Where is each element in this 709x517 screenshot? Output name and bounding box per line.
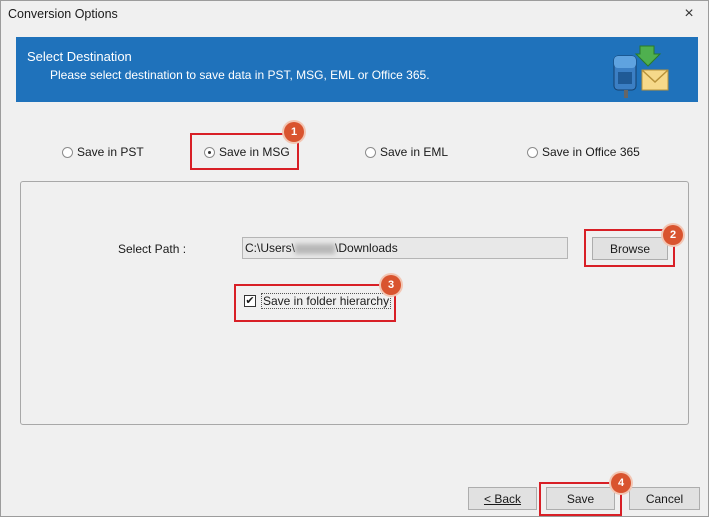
radio-button[interactable] <box>365 146 376 158</box>
radio-save-msg[interactable]: Save in MSG <box>204 144 290 160</box>
radio-save-office365[interactable]: Save in Office 365 <box>527 144 640 160</box>
annotation-badge-1: 1 <box>284 122 304 142</box>
browse-button[interactable]: Browse <box>592 237 668 260</box>
folder-hierarchy-checkbox-row[interactable]: ✔ Save in folder hierarchy <box>244 293 392 309</box>
radio-button[interactable] <box>62 146 73 158</box>
radio-label-eml: Save in EML <box>380 145 449 159</box>
close-button[interactable]: × <box>678 4 700 24</box>
cancel-button[interactable]: Cancel <box>629 487 700 510</box>
window-title: Conversion Options <box>8 7 118 21</box>
annotation-badge-2: 2 <box>663 225 683 245</box>
close-icon: × <box>684 5 694 22</box>
folder-hierarchy-label: Save in folder hierarchy <box>261 293 392 309</box>
header-banner: Select Destination Please select destina… <box>16 37 698 102</box>
banner-title: Select Destination <box>27 49 132 64</box>
path-suffix: \Downloads <box>335 241 398 255</box>
radio-label-pst: Save in PST <box>77 145 144 159</box>
save-button[interactable]: Save <box>546 487 615 510</box>
radio-label-msg: Save in MSG <box>219 145 290 159</box>
banner-subtitle: Please select destination to save data i… <box>50 68 430 82</box>
radio-button[interactable] <box>527 146 538 158</box>
radio-save-eml[interactable]: Save in EML <box>365 144 448 160</box>
select-path-label: Select Path : <box>118 242 187 256</box>
redacted-username <box>295 243 336 254</box>
annotation-badge-4: 4 <box>611 473 631 493</box>
conversion-options-dialog: Conversion Options × Select Destination … <box>0 0 709 517</box>
back-button[interactable]: < Back <box>468 487 537 510</box>
path-input[interactable]: C:\Users\ \Downloads <box>242 237 568 259</box>
annotation-badge-3: 3 <box>381 275 401 295</box>
path-prefix: C:\Users\ <box>245 241 296 255</box>
title-bar: Conversion Options × <box>1 1 708 29</box>
folder-hierarchy-checkbox[interactable]: ✔ <box>244 295 256 307</box>
radio-button-selected[interactable] <box>204 146 215 158</box>
mailbox-export-icon <box>613 45 669 98</box>
radio-label-office365: Save in Office 365 <box>542 145 640 159</box>
radio-save-pst[interactable]: Save in PST <box>62 144 144 160</box>
